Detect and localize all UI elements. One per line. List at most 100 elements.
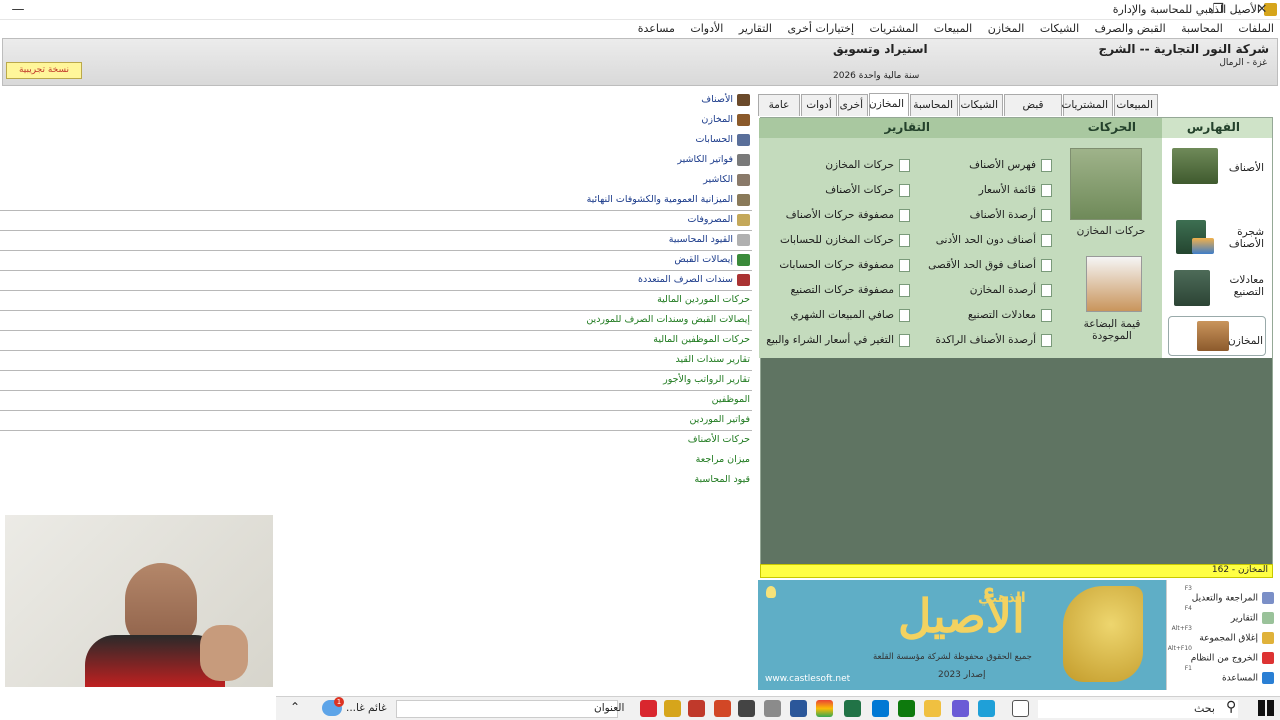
module-tab[interactable]: أخرى [838,94,868,116]
shortcut-item[interactable]: إيصالات القبض [674,250,750,270]
stock-moves-icon[interactable] [1070,148,1142,220]
pdf-app-icon[interactable] [640,700,657,717]
shortcut-item[interactable]: الموظفين [712,390,750,410]
close-icon[interactable]: ✕ [1244,0,1280,20]
calculator-icon[interactable] [764,700,781,717]
shortcut-item[interactable]: المخازن [701,110,750,130]
fkey-item[interactable]: المساعدة F1 [1185,665,1274,684]
report-item[interactable]: أصناف فوق الحد الأقصى [928,256,1052,274]
module-tab[interactable]: قبض وصرف [1004,94,1062,131]
recorder-app-icon[interactable] [688,700,705,717]
fkey-item[interactable]: المراجعة والتعديل F3 [1185,585,1274,604]
search-icon[interactable]: ⚲ [1226,699,1236,715]
shortcut-item[interactable]: الحسابات [695,130,750,150]
fkey-item[interactable]: التقارير F4 [1185,605,1274,624]
terminal-icon[interactable] [738,700,755,717]
index-items-tree[interactable]: شجرة الأصناف [1168,218,1266,266]
menu-receipts[interactable]: القبض والصرف [1089,20,1172,38]
weather-label[interactable]: غائم غا... [346,702,387,714]
restore-icon[interactable]: ❐ [1200,0,1236,20]
version-text: إصدار 2023 [938,670,986,680]
excel-icon[interactable] [844,700,861,717]
menu-files[interactable]: الملفات [1232,20,1280,38]
report-item[interactable]: مصفوفة حركات الأصناف [786,206,910,224]
report-item[interactable]: أرصدة المخازن [970,281,1052,299]
shortcut-item[interactable]: سندات الصرف المتعددة [638,270,750,290]
website-url[interactable]: www.castlesoft.net [765,674,850,684]
menu-reports[interactable]: التقارير [733,20,778,38]
menu-sales[interactable]: المبيعات [928,20,978,38]
bulb-icon[interactable] [766,586,776,598]
trial-badge[interactable]: نسخة تجريبية [6,62,82,79]
golden-app-icon[interactable] [664,700,681,717]
report-item[interactable]: مصفوفة حركات التصنيع [791,281,910,299]
menu-other-options[interactable]: إختيارات أخرى [781,20,860,38]
menu-stores[interactable]: المخازن [982,20,1031,38]
report-item[interactable]: أرصدة الأصناف الراكدة [935,331,1052,349]
shortcut-item[interactable]: القيود المحاسبية [669,230,750,250]
chrome-icon[interactable] [816,700,833,717]
module-tab[interactable]: المخازن [869,93,909,116]
index-items-stores[interactable]: المخازن [1168,316,1266,356]
report-item[interactable]: قائمة الأسعار [979,181,1052,199]
module-tab[interactable]: عامة [758,94,800,116]
report-item[interactable]: التغير في أسعار الشراء والبيع [766,331,910,349]
index-items-categories[interactable]: الأصناف [1168,148,1266,196]
module-tab[interactable]: أدوات [801,94,837,116]
shortcut-item[interactable]: ميزان مراجعة [696,450,750,470]
fkey-item[interactable]: الخروج من النظام Alt+F10 [1168,645,1274,664]
report-item[interactable]: حركات المخازن [825,156,910,174]
xbox-icon[interactable] [898,700,915,717]
menu-cheques[interactable]: الشيكات [1034,20,1085,38]
clipboard-icon[interactable] [1086,256,1142,312]
report-item[interactable]: أرصدة الأصناف [970,206,1052,224]
shortcut-item[interactable]: المصروفات [688,210,750,230]
windows-start-icon[interactable] [1258,700,1274,716]
menu-accounting[interactable]: المحاسبة [1175,20,1229,38]
shortcut-item[interactable]: فواتير الكاشير [677,150,750,170]
module-tab[interactable]: المشتريات [1061,94,1113,116]
report-item[interactable]: فهرس الأصناف [969,156,1052,174]
shortcut-item[interactable]: حركات الموظفين المالية [653,330,750,350]
index-items-formulas[interactable]: معادلات التصنيع [1168,268,1266,316]
shortcut-item[interactable]: إيصالات القبض وسندات الصرف للموردين [586,310,750,330]
report-item[interactable]: حركات الأصناف [825,181,910,199]
fkey-shortcut: F1 [1184,665,1192,672]
edge-icon[interactable] [978,700,995,717]
shortcut-icon [737,93,750,106]
folder-icon[interactable] [924,700,941,717]
module-tab[interactable]: المبيعات [1114,94,1158,116]
report-item[interactable]: أصناف دون الحد الأدنى [936,231,1052,249]
shortcut-item[interactable]: الميزانية العمومية والكشوفات النهائية [587,190,750,210]
shortcut-label: ميزان مراجعة [695,454,750,465]
shortcut-item[interactable]: حركات الموردين المالية [657,290,750,310]
fkey-item[interactable]: إغلاق المجموعة Alt+F3 [1172,625,1274,644]
module-tab[interactable]: الشيكات [959,94,1003,116]
shortcut-item[interactable]: تقارير سندات القيد [676,350,750,370]
menu-purchases[interactable]: المشتريات [864,20,925,38]
address-input[interactable] [396,700,618,718]
report-item[interactable]: حركات المخازن للحسابات [780,231,910,249]
word-icon[interactable] [790,700,807,717]
minimize-icon[interactable]: — [0,0,36,20]
shortcut-item[interactable]: الأصناف [701,90,750,110]
report-item[interactable]: معادلات التصنيع [968,306,1052,324]
report-item[interactable]: صافي المبيعات الشهري [790,306,910,324]
task-view-icon[interactable] [1012,700,1029,717]
shortcut-item[interactable]: حركات الأصناف [688,430,750,450]
search-label[interactable]: بحث [1194,702,1215,715]
settings-app-icon[interactable] [952,700,969,717]
menu-tools[interactable]: الأدوات [684,20,729,38]
report-item[interactable]: مصفوفة حركات الحسابات [779,256,910,274]
shortcut-item[interactable]: فواتير الموردين [690,410,751,430]
shortcut-item[interactable]: الكاشير [703,170,750,190]
shortcut-item[interactable]: تقارير الرواتب والأجور [663,370,750,390]
menu-help[interactable]: مساعدة [632,20,681,38]
shortcut-item[interactable]: قيود المحاسبة [694,470,750,490]
powerpoint-icon[interactable] [714,700,731,717]
moves-item-stock-value[interactable]: قيمة البضاعة الموجودة [1064,318,1160,342]
chevron-up-icon[interactable]: ⌃ [290,700,300,714]
moves-item-stock-moves[interactable]: حركات المخازن [1066,225,1156,237]
outlook-icon[interactable] [872,700,889,717]
module-tab[interactable]: المحاسبة [910,94,958,116]
